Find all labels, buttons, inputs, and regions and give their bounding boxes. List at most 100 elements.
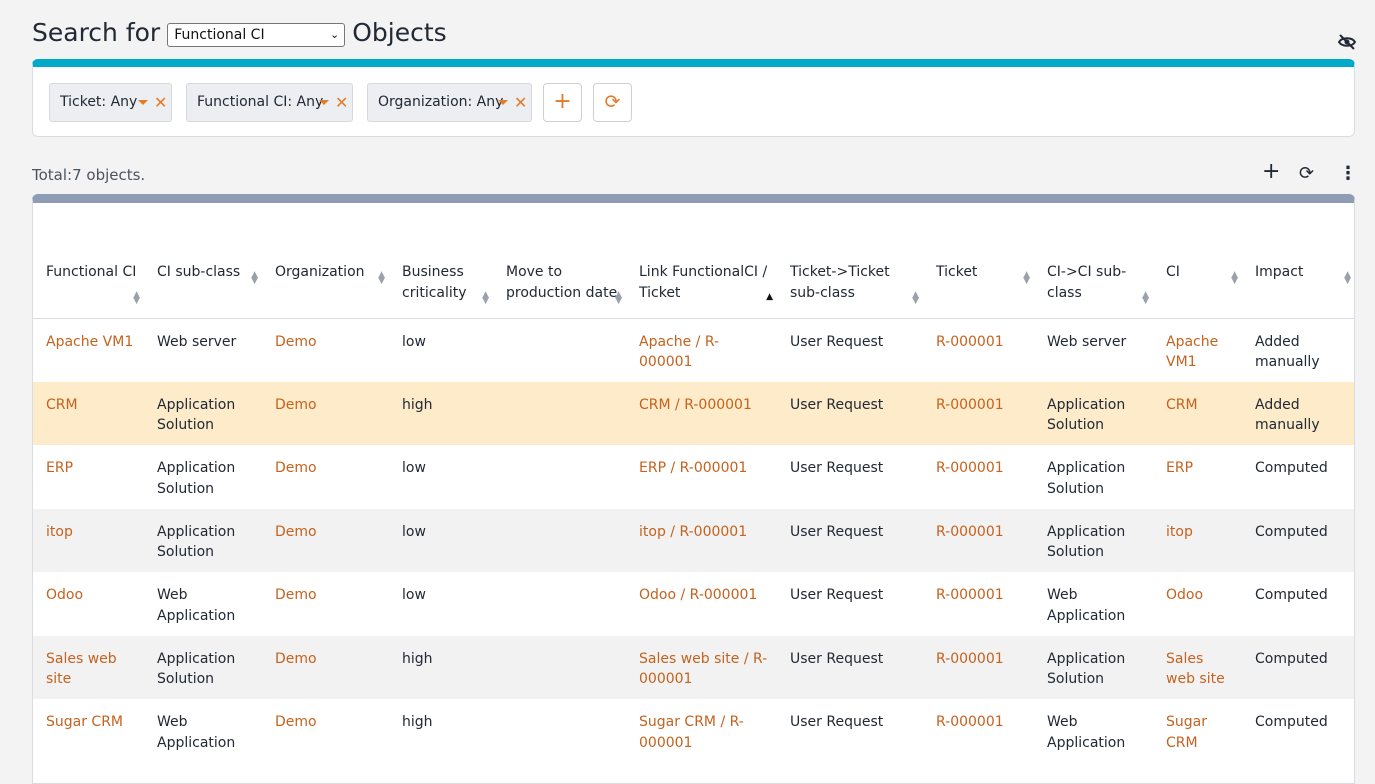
cell-link[interactable]: CRM / R-000001: [626, 381, 777, 445]
column-header[interactable]: Organization ▲ ▼: [262, 255, 389, 319]
cell-ci[interactable]: itop: [1153, 508, 1242, 572]
sort-icon[interactable]: ▲ ▼: [1142, 290, 1149, 305]
table-row[interactable]: Sugar CRM Web Application Demo high Suga…: [33, 699, 1354, 763]
column-header[interactable]: Move to production date ▲ ▼: [493, 255, 626, 319]
cell-functional-ci[interactable]: Sales web site: [33, 635, 144, 699]
column-header[interactable]: Link FunctionalCI / Ticket ▲: [626, 255, 777, 319]
cell-ticket[interactable]: R-000001: [923, 635, 1034, 699]
cell-organization[interactable]: Demo: [262, 699, 389, 763]
table-row[interactable]: Sales web site Application Solution Demo…: [33, 635, 1354, 699]
cell-organization[interactable]: Demo: [262, 381, 389, 445]
sort-icon[interactable]: ▲ ▼: [482, 290, 489, 305]
class-select[interactable]: Functional CI ⌄: [167, 22, 346, 47]
eye-slash-icon[interactable]: [1337, 34, 1357, 50]
cell-impact: Added manually: [1255, 333, 1320, 371]
sort-icon[interactable]: ▲ ▼: [378, 271, 385, 286]
sort-icon[interactable]: ▲ ▼: [251, 271, 258, 286]
column-header[interactable]: CI->CI sub-class ▲ ▼: [1034, 255, 1153, 319]
criterion-functional-ci[interactable]: Functional CI: Any ✕: [186, 83, 353, 122]
cell-link[interactable]: Apache / R-000001: [626, 318, 777, 382]
cell-functional-ci[interactable]: itop: [33, 508, 144, 572]
refresh-search-button[interactable]: ⟳: [593, 83, 632, 122]
cell-ci[interactable]: Sugar CRM: [1153, 699, 1242, 763]
column-header[interactable]: Business criticality ▲ ▼: [389, 255, 493, 319]
caret-down-icon[interactable]: [498, 100, 508, 105]
cell-link[interactable]: Odoo / R-000001: [626, 572, 777, 636]
cell-ci[interactable]: Apache VM1: [1153, 318, 1242, 382]
cell-ticket[interactable]: R-000001: [923, 699, 1034, 763]
cell-link[interactable]: itop / R-000001: [626, 508, 777, 572]
column-header[interactable]: Ticket->Ticket sub-class ▲ ▼: [777, 255, 923, 319]
cell-organization[interactable]: Demo: [262, 318, 389, 382]
sort-icon[interactable]: ▲ ▼: [1023, 271, 1030, 286]
sort-icon[interactable]: ▲ ▼: [615, 290, 622, 305]
cell-link[interactable]: Sales web site / R-000001: [626, 635, 777, 699]
search-title-prefix: Search for: [32, 18, 161, 47]
sort-icon[interactable]: ▲ ▼: [1344, 271, 1351, 286]
table-row[interactable]: Odoo Web Application Demo low Odoo / R-0…: [33, 572, 1354, 636]
add-criterion-button[interactable]: +: [543, 83, 582, 122]
cell-business-criticality: low: [402, 333, 426, 350]
column-header[interactable]: Functional CI ▲ ▼: [33, 255, 144, 319]
search-title-suffix: Objects: [352, 18, 447, 47]
cell-ticket-subclass: User Request: [777, 508, 923, 572]
cell-move-to-production: [493, 318, 626, 382]
search-title: Search for Functional CI ⌄ Objects: [32, 18, 447, 47]
criterion-organization[interactable]: Organization: Any ✕: [367, 83, 532, 122]
cell-ticket-subclass: User Request: [790, 333, 884, 350]
refresh-list-icon[interactable]: ⟳: [1299, 163, 1314, 184]
column-header[interactable]: CI sub-class ▲ ▼: [144, 255, 262, 319]
add-object-icon[interactable]: +: [1262, 159, 1280, 184]
cell-organization[interactable]: Demo: [262, 508, 389, 572]
cell-functional-ci[interactable]: Apache VM1: [33, 318, 144, 382]
caret-down-icon[interactable]: [319, 100, 329, 105]
cell-ticket[interactable]: R-000001: [923, 572, 1034, 636]
caret-down-icon[interactable]: [138, 100, 148, 105]
table-row[interactable]: ERP Application Solution Demo low ERP / …: [33, 445, 1354, 509]
cell-ci-subclass-2: Application Solution: [1047, 460, 1126, 497]
remove-criterion-icon[interactable]: ✕: [154, 84, 167, 121]
cell-functional-ci[interactable]: ERP: [33, 445, 144, 509]
cell-ci-subclass: Application Solution: [157, 460, 236, 497]
cell-organization[interactable]: Demo: [262, 445, 389, 509]
cell-ticket[interactable]: R-000001: [923, 318, 1034, 382]
remove-criterion-icon[interactable]: ✕: [335, 84, 348, 121]
sort-icon[interactable]: ▲ ▼: [133, 290, 140, 305]
cell-ticket[interactable]: R-000001: [923, 508, 1034, 572]
criterion-label: Organization: Any: [378, 94, 504, 110]
cell-ci[interactable]: ERP: [1153, 445, 1242, 509]
cell-functional-ci[interactable]: CRM: [33, 381, 144, 445]
sort-icon[interactable]: ▲ ▼: [912, 290, 919, 305]
cell-business-criticality: low: [402, 460, 426, 476]
cell-ci-subclass-2: Web Application: [1047, 714, 1126, 751]
sort-asc-icon[interactable]: ▲: [766, 292, 773, 301]
sort-icon[interactable]: ▲ ▼: [1231, 271, 1238, 286]
column-header[interactable]: Ticket ▲ ▼: [923, 255, 1034, 319]
cell-ci[interactable]: Odoo: [1153, 572, 1242, 636]
table-row[interactable]: itop Application Solution Demo low itop …: [33, 508, 1354, 572]
cell-impact: Computed: [1242, 635, 1354, 699]
criterion-ticket[interactable]: Ticket: Any ✕: [49, 83, 172, 122]
remove-criterion-icon[interactable]: ✕: [514, 84, 527, 121]
cell-ci-subclass-2: Application Solution: [1034, 381, 1153, 445]
criterion-label: Functional CI: Any: [197, 94, 324, 110]
cell-functional-ci[interactable]: Sugar CRM: [33, 699, 144, 763]
cell-link[interactable]: Sugar CRM / R-000001: [626, 699, 777, 763]
more-actions-icon[interactable]: ⋮: [1339, 163, 1357, 184]
cell-ticket[interactable]: R-000001: [923, 381, 1034, 445]
cell-ci[interactable]: CRM: [1153, 381, 1242, 445]
cell-functional-ci[interactable]: Odoo: [33, 572, 144, 636]
total-count: Total:7 objects.: [32, 166, 146, 184]
table-row[interactable]: CRM Application Solution Demo high CRM /…: [33, 381, 1354, 445]
cell-organization[interactable]: Demo: [262, 572, 389, 636]
column-header[interactable]: Impact ▲ ▼: [1242, 255, 1354, 319]
table-row[interactable]: Apache VM1 Web server Demo low Apache / …: [33, 318, 1354, 382]
cell-ci[interactable]: Sales web site: [1153, 635, 1242, 699]
cell-ticket[interactable]: R-000001: [923, 445, 1034, 509]
cell-ci-subclass-2: Web server: [1047, 333, 1127, 350]
chevron-down-icon: ⌄: [330, 27, 340, 41]
table-header-row: Functional CI ▲ ▼ CI sub-class ▲ ▼ Organizat…: [33, 255, 1354, 319]
cell-organization[interactable]: Demo: [262, 635, 389, 699]
column-header[interactable]: CI ▲ ▼: [1153, 255, 1242, 319]
cell-link[interactable]: ERP / R-000001: [626, 445, 777, 509]
